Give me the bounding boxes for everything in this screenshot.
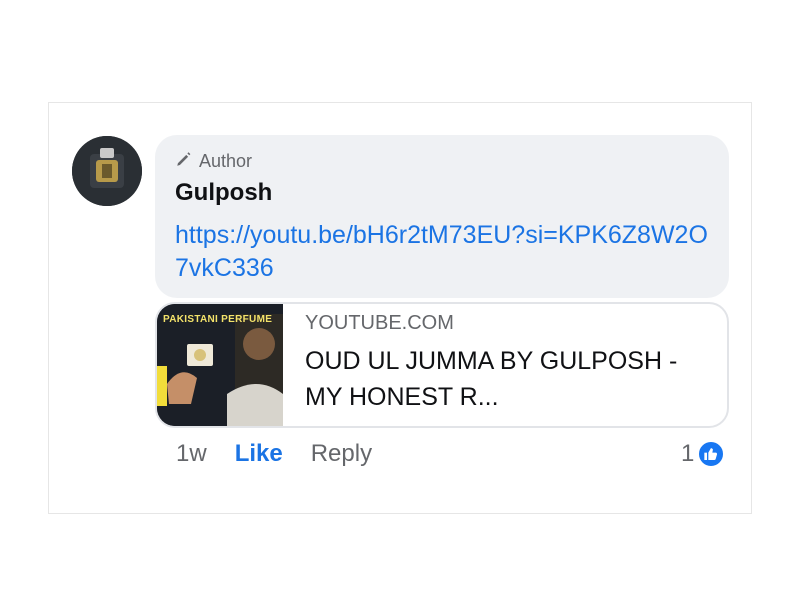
author-name[interactable]: Gulposh: [175, 179, 709, 207]
video-thumbnail[interactable]: PAKISTANI PERFUME: [157, 304, 283, 426]
preview-domain: YOUTUBE.COM: [305, 312, 454, 334]
comment-link[interactable]: https://youtu.be/bH6r2tM73EU?si=KPK6Z8W2…: [175, 219, 709, 285]
preview-text: YOUTUBE.COM OUD UL JUMMA BY GULPOSH - MY…: [305, 312, 709, 415]
author-badge-label: Author: [199, 150, 253, 171]
author-avatar[interactable]: [72, 136, 142, 206]
reaction-summary[interactable]: 1: [681, 440, 726, 468]
pencil-icon: [175, 150, 193, 173]
author-badge: Author: [175, 149, 709, 173]
comment-bubble: Author Gulposh https://youtu.be/bH6r2tM7…: [155, 135, 729, 298]
like-button[interactable]: Like: [235, 440, 283, 468]
thumbs-up-icon: [697, 440, 726, 468]
thumbnail-tag: PAKISTANI PERFUME: [163, 314, 273, 325]
comment-actions: 1w Like Reply: [176, 440, 372, 468]
comment-timestamp[interactable]: 1w: [176, 440, 207, 468]
preview-title[interactable]: OUD UL JUMMA BY GULPOSH - MY HONEST R...: [305, 343, 709, 415]
link-preview-card[interactable]: PAKISTANI PERFUME YOUTUBE.COM OUD UL JUM…: [155, 302, 729, 428]
reaction-count: 1: [681, 440, 695, 467]
reply-button[interactable]: Reply: [311, 440, 372, 468]
